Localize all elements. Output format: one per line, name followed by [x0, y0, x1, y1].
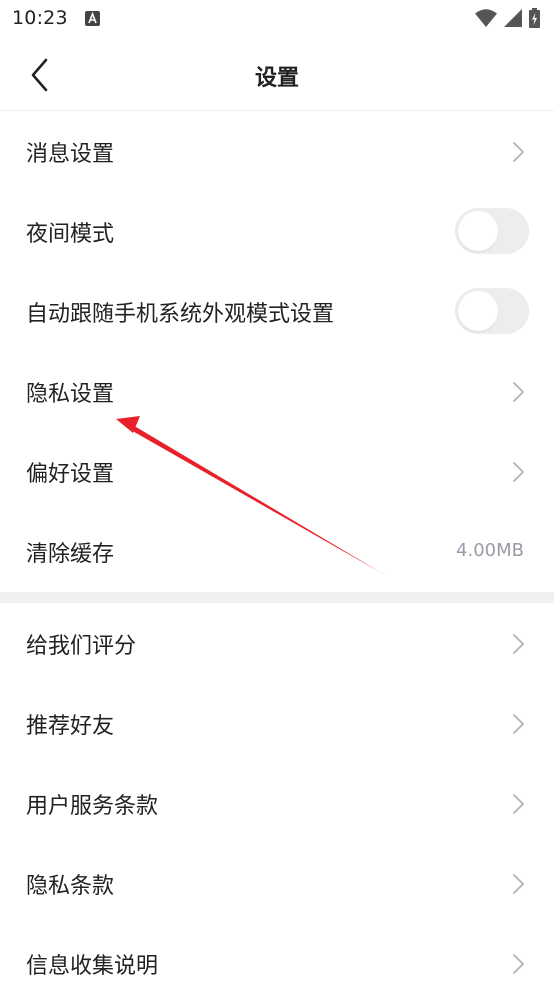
app-notification-icon: [85, 11, 100, 26]
chevron-right-icon: [513, 794, 524, 814]
settings-row-info-collection[interactable]: 信息收集说明: [0, 924, 554, 1004]
chevron-right-icon: [513, 462, 524, 482]
page-title: 设置: [254, 66, 299, 91]
chevron-right-icon: [513, 954, 524, 974]
row-label: 隐私条款: [26, 874, 115, 899]
settings-row-clear-cache[interactable]: 清除缓存 4.00MB: [0, 512, 554, 592]
section-divider: [0, 592, 554, 603]
row-label: 清除缓存: [26, 542, 115, 567]
row-label: 偏好设置: [26, 462, 115, 487]
wifi-icon: [475, 9, 497, 27]
chevron-right-icon: [513, 382, 524, 402]
toggle-knob: [458, 211, 498, 251]
row-label: 信息收集说明: [26, 954, 159, 979]
settings-row-message[interactable]: 消息设置: [0, 112, 554, 192]
chevron-right-icon: [513, 874, 524, 894]
follow-system-toggle[interactable]: [455, 288, 529, 334]
row-label: 自动跟随手机系统外观模式设置: [26, 302, 335, 327]
settings-row-follow-system: 自动跟随手机系统外观模式设置: [0, 272, 554, 352]
row-label: 推荐好友: [26, 714, 115, 739]
night-mode-toggle[interactable]: [455, 208, 529, 254]
settings-row-preferences[interactable]: 偏好设置: [0, 432, 554, 512]
chevron-right-icon: [513, 142, 524, 162]
status-icons: [475, 8, 540, 28]
settings-row-night-mode: 夜间模式: [0, 192, 554, 272]
row-label: 消息设置: [26, 142, 115, 167]
nav-bar: 设置: [0, 38, 554, 111]
row-label: 给我们评分: [26, 634, 137, 659]
settings-row-terms-of-service[interactable]: 用户服务条款: [0, 764, 554, 844]
settings-row-rate-us[interactable]: 给我们评分: [0, 604, 554, 684]
settings-row-recommend-friends[interactable]: 推荐好友: [0, 684, 554, 764]
row-label: 夜间模式: [26, 222, 115, 247]
cache-size-value: 4.00MB: [456, 540, 524, 561]
signal-icon: [504, 9, 522, 27]
status-bar: 10:23: [0, 0, 554, 38]
status-time: 10:23: [12, 7, 68, 29]
row-label: 隐私设置: [26, 382, 115, 407]
battery-icon: [529, 8, 540, 28]
toggle-knob: [458, 291, 498, 331]
chevron-right-icon: [513, 714, 524, 734]
settings-row-privacy[interactable]: 隐私设置: [0, 352, 554, 432]
row-label: 用户服务条款: [26, 794, 159, 819]
settings-row-privacy-terms[interactable]: 隐私条款: [0, 844, 554, 924]
chevron-right-icon: [513, 634, 524, 654]
